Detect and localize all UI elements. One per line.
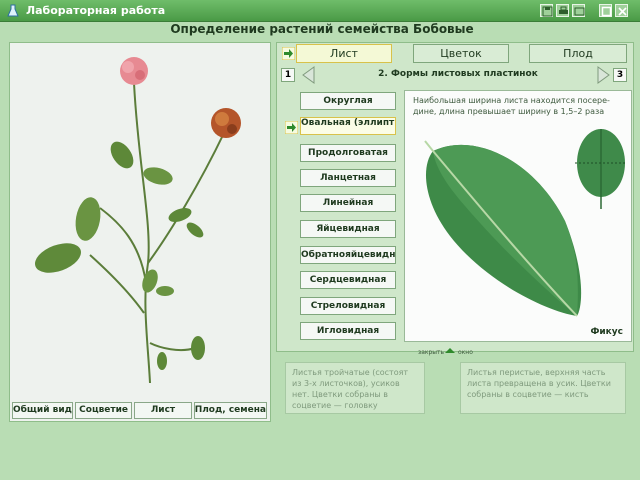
leaf-name: Фикус [590, 327, 623, 337]
save-icon[interactable] [540, 4, 553, 17]
shape-linear-button[interactable]: Линейная [300, 194, 396, 212]
selected-shape-pointer-icon [285, 121, 298, 134]
window-label[interactable]: окно [458, 349, 473, 356]
ficus-leaf-image [424, 140, 582, 317]
tab-general-view[interactable]: Общий вид [12, 402, 73, 419]
plant-image-panel [9, 42, 271, 422]
brown-flower-head [211, 108, 241, 138]
oval-leaf-diagram [575, 129, 627, 209]
tab-inflorescence[interactable]: Соцветие [74, 402, 133, 419]
tab-fruit-seeds[interactable]: Плод, семена [193, 402, 268, 419]
window-title: Лабораторная работа [26, 4, 166, 17]
shape-ovate-button[interactable]: Яйцевидная [300, 220, 396, 238]
shape-oval-button[interactable]: Овальная (эллиптическая) [300, 117, 396, 135]
tab-flower[interactable]: Цветок [413, 44, 509, 63]
prev-arrow-icon[interactable] [300, 66, 316, 84]
shape-obovate-button[interactable]: Обратнояйцевидная [300, 246, 396, 264]
maximize-icon[interactable] [599, 4, 612, 17]
info-box-right: Листья перистые, верхняя часть листа пре… [460, 362, 626, 414]
app-icon [7, 4, 19, 17]
pink-flower-head [120, 57, 148, 85]
shape-sagittate-button[interactable]: Стреловидная [300, 297, 396, 315]
info-box-left: Листья тройчатые (состоят из 3-х листочк… [285, 362, 425, 414]
next-arrow-icon[interactable] [596, 66, 612, 84]
shape-oblong-button[interactable]: Продолговатая [300, 144, 396, 162]
info-icon[interactable] [572, 4, 585, 17]
pointer-arrow-icon [282, 47, 295, 60]
leaf-description: Наибольшая ширина листа находится посере… [413, 96, 610, 116]
shape-cordate-button[interactable]: Сердцевидная [300, 271, 396, 289]
view-tabs: Общий вид Соцветие Лист Плод, семена [12, 402, 268, 419]
close-window-label[interactable]: закрыть [418, 349, 444, 356]
tab-fruit[interactable]: Плод [529, 44, 627, 63]
next-page-number[interactable]: 3 [613, 68, 627, 82]
print-icon[interactable] [556, 4, 569, 17]
leaf-display: Наибольшая ширина листа находится посере… [404, 90, 632, 342]
close-icon[interactable] [615, 4, 628, 17]
shape-needle-button[interactable]: Игловидная [300, 322, 396, 340]
shape-lanceolate-button[interactable]: Ланцетная [300, 169, 396, 187]
clover-plant-illustration [35, 57, 241, 384]
slider-up-arrow-icon[interactable] [444, 347, 456, 354]
title-bar: Лабораторная работа [0, 0, 640, 22]
prev-page-number[interactable]: 1 [281, 68, 295, 82]
tab-leaf[interactable]: Лист [134, 402, 192, 419]
tab-leaf-main[interactable]: Лист [296, 44, 392, 63]
page-title: Определение растений семейства Бобовые [170, 22, 474, 36]
shape-round-button[interactable]: Округлая [300, 92, 396, 110]
section-title: 2. Формы листовых пластинок [378, 69, 538, 79]
